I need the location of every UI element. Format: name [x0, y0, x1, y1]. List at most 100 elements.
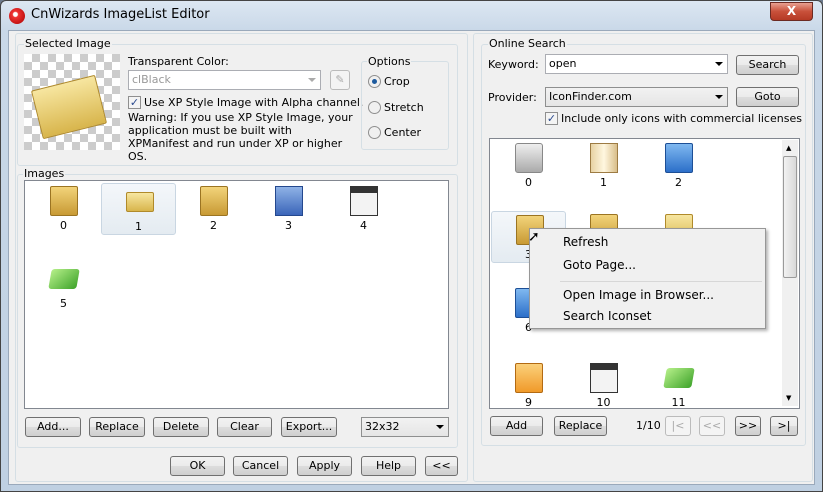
online-add-button[interactable]: Add	[490, 416, 543, 436]
selected-image-label: Selected Image	[24, 37, 112, 50]
online-replace-button[interactable]: Replace	[554, 416, 607, 436]
window-icon	[350, 186, 378, 216]
checkmark-icon	[48, 269, 80, 289]
image-size-value: 32x32	[365, 420, 400, 433]
menu-separator	[560, 281, 762, 282]
envelope-open-icon	[126, 192, 154, 212]
export-button[interactable]: Export...	[281, 417, 337, 437]
delete-button[interactable]: Delete	[153, 417, 209, 437]
item-label: 5	[60, 297, 67, 310]
prev-page-button[interactable]: <<	[699, 416, 725, 436]
collapse-button[interactable]: <<	[425, 456, 458, 476]
first-page-button[interactable]: |<	[665, 416, 691, 436]
transparent-color-combo[interactable]: clBlack	[128, 70, 321, 90]
ok-button[interactable]: OK	[170, 456, 225, 476]
image-size-combo[interactable]: 32x32	[361, 417, 449, 437]
item-label: 2	[675, 176, 682, 189]
item-label: 9	[525, 396, 532, 409]
mouse-cursor-icon: ➚	[528, 229, 540, 245]
item-label: 0	[525, 176, 532, 189]
chevron-down-icon	[308, 78, 316, 82]
chevron-down-icon	[436, 425, 444, 429]
context-menu: Refresh Goto Page... Open Image in Brows…	[529, 228, 766, 329]
scrollbar-thumb[interactable]	[783, 156, 797, 278]
transparent-color-label: Transparent Color:	[128, 55, 229, 68]
commercial-checkbox[interactable]: ✓	[545, 112, 558, 125]
image-item[interactable]: 4	[326, 183, 401, 235]
result-item[interactable]: 2	[641, 140, 716, 192]
result-item[interactable]: 0	[491, 140, 566, 192]
replace-button[interactable]: Replace	[89, 417, 145, 437]
provider-label: Provider:	[488, 91, 537, 104]
result-item[interactable]: 1	[566, 140, 641, 192]
next-page-button[interactable]: >>	[735, 416, 761, 436]
eyedropper-button[interactable]: ✎	[330, 70, 350, 90]
online-search-label: Online Search	[488, 37, 567, 50]
keyword-value: open	[549, 57, 577, 70]
window-title: CnWizards ImageList Editor	[31, 7, 210, 22]
menu-item-goto-page[interactable]: Goto Page...	[533, 254, 762, 276]
blue-book-icon	[275, 186, 303, 216]
page-indicator: 1/10	[636, 419, 661, 432]
result-item[interactable]: 10	[566, 360, 641, 409]
book-icon	[590, 143, 618, 173]
chevron-down-icon	[715, 95, 723, 99]
item-label: 11	[671, 396, 686, 409]
item-label: 3	[285, 219, 292, 232]
item-label: 2	[210, 219, 217, 232]
item-label: 4	[360, 219, 367, 232]
center-label: Center	[384, 126, 422, 139]
image-item[interactable]: 1	[101, 183, 176, 235]
use-xp-checkbox[interactable]: ✓	[128, 96, 141, 109]
result-item[interactable]: 9	[491, 360, 566, 409]
last-page-button[interactable]: >|	[770, 416, 798, 436]
orange-folder-icon	[515, 363, 543, 393]
apply-button[interactable]: Apply	[297, 456, 352, 476]
eyedropper-icon: ✎	[335, 73, 345, 86]
center-radio[interactable]	[368, 126, 381, 139]
item-label: 10	[596, 396, 611, 409]
add-button[interactable]: Add...	[25, 417, 81, 437]
provider-value: IconFinder.com	[549, 90, 632, 103]
goto-button[interactable]: Goto	[736, 87, 799, 107]
envelope-open-icon	[30, 74, 108, 140]
lock-icon	[515, 143, 543, 173]
result-item[interactable]: 11	[641, 360, 716, 409]
crop-radio[interactable]	[368, 75, 381, 88]
cancel-button[interactable]: Cancel	[233, 456, 288, 476]
image-item[interactable]: 3	[251, 183, 326, 235]
results-scrollbar[interactable]: ▲ ▼	[782, 140, 798, 406]
app-icon	[9, 8, 25, 24]
menu-item-refresh[interactable]: Refresh	[533, 231, 762, 253]
image-item[interactable]: 0	[26, 183, 101, 235]
selected-image-preview	[24, 54, 120, 150]
window-icon	[590, 363, 618, 393]
home-folder-icon	[665, 143, 693, 173]
scroll-down-icon[interactable]: ▼	[786, 394, 791, 402]
scroll-up-icon[interactable]: ▲	[786, 144, 791, 152]
close-button[interactable]: X	[770, 2, 813, 21]
use-xp-label: Use XP Style Image with Alpha channel.	[144, 96, 364, 109]
folder-arrow-icon	[50, 186, 78, 216]
commercial-label: Include only icons with commercial licen…	[561, 112, 802, 125]
chevron-down-icon	[715, 62, 723, 66]
search-button[interactable]: Search	[736, 55, 799, 75]
help-button[interactable]: Help	[361, 456, 416, 476]
clear-button[interactable]: Clear	[217, 417, 272, 437]
images-list[interactable]: 0 1 2 3 4 5	[24, 180, 449, 409]
crop-label: Crop	[384, 75, 410, 88]
checkmark-icon	[663, 368, 695, 388]
transparent-color-value: clBlack	[132, 73, 171, 86]
folder-open-icon	[200, 186, 228, 216]
warning-text: Warning: If you use XP Style Image, your…	[128, 111, 353, 163]
image-item[interactable]: 5	[26, 261, 101, 313]
image-item[interactable]: 2	[176, 183, 251, 235]
item-label: 1	[600, 176, 607, 189]
keyword-combo[interactable]: open	[545, 54, 728, 74]
provider-combo[interactable]: IconFinder.com	[545, 87, 728, 107]
menu-item-search-iconset[interactable]: Search Iconset	[533, 305, 762, 327]
menu-item-open-in-browser[interactable]: Open Image in Browser...	[533, 284, 762, 306]
stretch-label: Stretch	[384, 101, 424, 114]
item-label: 0	[60, 219, 67, 232]
stretch-radio[interactable]	[368, 101, 381, 114]
